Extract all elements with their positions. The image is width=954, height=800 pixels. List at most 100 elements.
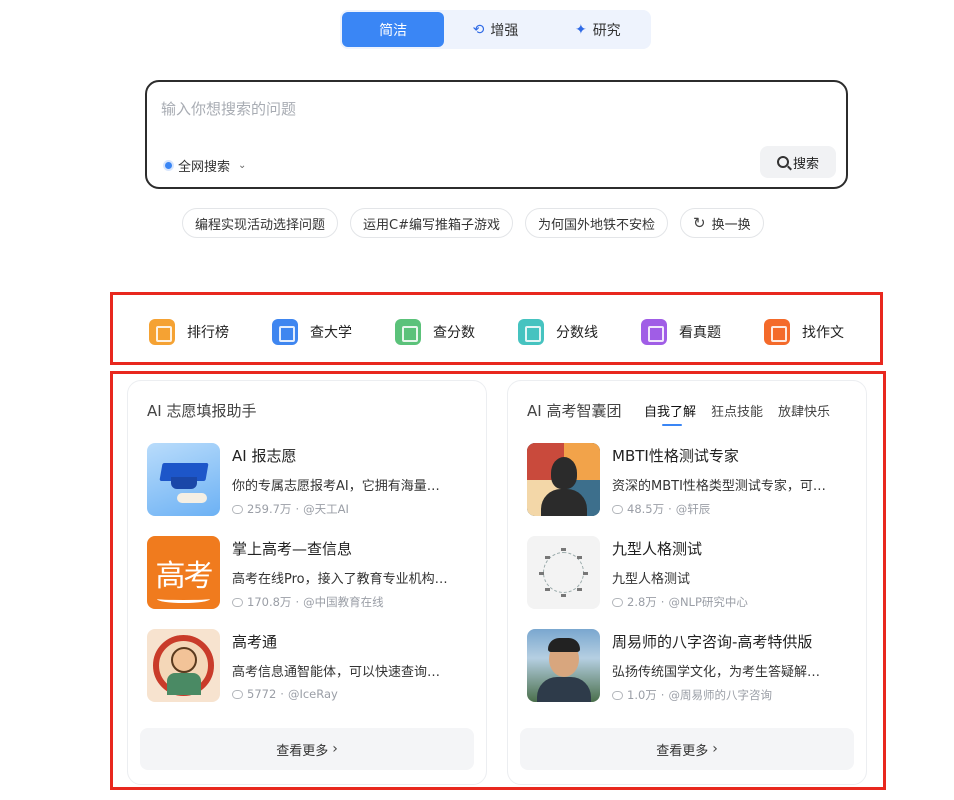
item-count: 48.5万 <box>627 502 665 516</box>
item-desc: 高考信息通智能体，可以快速查询… <box>232 665 441 680</box>
search-input[interactable] <box>161 100 761 118</box>
item-count: 5772 <box>247 687 277 701</box>
see-more-button[interactable]: 查看更多 › <box>140 728 474 770</box>
assistant-list: AI 报志愿 你的专属志愿报考AI，它拥有海量… 259.7万 · @天工AI … <box>147 443 472 722</box>
tool-label: 查分数 <box>433 325 475 341</box>
suggestion-label: 运用C#编写推箱子游戏 <box>363 217 500 233</box>
search-button[interactable]: 搜索 <box>760 146 836 178</box>
tool-university[interactable]: 查大学 <box>272 319 395 345</box>
calculator-icon <box>641 319 667 345</box>
list-item[interactable]: 高考 掌上高考—查信息 高考在线Pro，接入了教育专业机构… 170.8万 · … <box>147 536 472 629</box>
tab-enhanced[interactable]: ⟲ 增强 <box>444 12 546 47</box>
tool-essay[interactable]: 找作文 <box>764 319 887 345</box>
document-icon <box>764 319 790 345</box>
quick-tools: 排行榜 查大学 查分数 分数线 看真题 找作文 <box>149 319 887 345</box>
refresh-label: 换一换 <box>711 217 751 233</box>
item-desc: 弘扬传统国学文化，为考生答疑解… <box>612 665 821 680</box>
item-desc: 高考在线Pro，接入了教育专业机构… <box>232 572 448 587</box>
assistant-section: AI 志愿填报助手 AI 报志愿 你的专属志愿报考AI，它拥有海量… 259.7… <box>110 371 886 790</box>
meta-separator: · <box>295 502 300 516</box>
item-meta: 48.5万 · @轩辰 <box>612 501 852 517</box>
meta-separator: · <box>295 595 300 609</box>
enhance-icon: ⟲ <box>472 21 485 38</box>
ranking-icon <box>149 319 175 345</box>
tab-self-understanding[interactable]: 自我了解 <box>644 401 696 426</box>
search-icon <box>776 156 789 168</box>
suggestion-chip[interactable]: 编程实现活动选择问题 <box>182 208 339 238</box>
tool-label: 找作文 <box>802 325 844 341</box>
mbti-thumbnail <box>527 443 600 516</box>
tab-simple-label: 简洁 <box>379 22 408 39</box>
sparkle-icon: ✦ <box>574 21 587 38</box>
list-item[interactable]: 九型人格测试 九型人格测试 2.8万 · @NLP研究中心 <box>527 536 852 629</box>
item-name: AI 报志愿 <box>232 447 297 465</box>
chat-icon <box>612 504 623 514</box>
chevron-right-icon: › <box>332 741 338 757</box>
item-author: @NLP研究中心 <box>668 595 748 609</box>
panel-title: AI 高考智囊团 <box>527 402 622 420</box>
item-desc: 资深的MBTI性格类型测试专家，可… <box>612 479 826 494</box>
item-meta: 1.0万 · @周易师的八字咨询 <box>612 687 852 703</box>
chat-icon <box>232 504 243 514</box>
chat-icon <box>612 597 623 607</box>
list-item[interactable]: MBTI性格测试专家 资深的MBTI性格类型测试专家，可… 48.5万 · @轩… <box>527 443 852 536</box>
tool-label: 查大学 <box>310 325 352 341</box>
item-author: @天工AI <box>303 502 349 516</box>
tool-exams[interactable]: 看真题 <box>641 319 764 345</box>
suggestion-chip[interactable]: 运用C#编写推箱子游戏 <box>350 208 513 238</box>
enneagram-thumbnail <box>527 536 600 609</box>
list-item[interactable]: 高考通 高考信息通智能体，可以快速查询… 5772 · @IceRay <box>147 629 472 722</box>
tool-label: 分数线 <box>556 325 598 341</box>
mode-tabs: 简洁 ⟲ 增强 ✦ 研究 <box>340 10 651 49</box>
refresh-button[interactable]: ↻ 换一换 <box>680 208 764 238</box>
portrait-thumbnail <box>527 629 600 702</box>
tab-enhanced-label: 增强 <box>490 22 519 39</box>
search-button-label: 搜索 <box>792 156 819 172</box>
item-author: @中国教育在线 <box>303 595 384 609</box>
list-item[interactable]: AI 报志愿 你的专属志愿报考AI，它拥有海量… 259.7万 · @天工AI <box>147 443 472 536</box>
see-more-label: 查看更多 <box>276 743 329 759</box>
chat-icon <box>232 597 243 607</box>
gaokao-think-tank-panel: AI 高考智囊团 自我了解 狂点技能 放肆快乐 MBTI性格测试专家 资深的MB… <box>507 380 867 785</box>
item-name: 周易师的八字咨询-高考特供版 <box>612 633 813 651</box>
item-meta: 170.8万 · @中国教育在线 <box>232 594 472 610</box>
item-name: MBTI性格测试专家 <box>612 447 739 465</box>
tool-ranking[interactable]: 排行榜 <box>149 319 272 345</box>
search-scope-dropdown[interactable]: 全网搜索 ⌄ <box>165 156 246 175</box>
chat-icon <box>232 689 243 699</box>
tool-cutoff[interactable]: 分数线 <box>518 319 641 345</box>
cartoon-avatar-thumbnail <box>147 629 220 702</box>
chat-icon <box>612 690 623 700</box>
item-count: 1.0万 <box>627 688 657 702</box>
see-more-button[interactable]: 查看更多 › <box>520 728 854 770</box>
tab-simple[interactable]: 简洁 <box>342 12 445 47</box>
refresh-icon: ↻ <box>693 214 706 232</box>
meta-separator: · <box>660 595 665 609</box>
calendar-icon <box>395 319 421 345</box>
item-meta: 5772 · @IceRay <box>232 687 472 701</box>
tab-research[interactable]: ✦ 研究 <box>547 12 649 47</box>
tab-fun[interactable]: 放肆快乐 <box>778 401 830 420</box>
suggestion-chip[interactable]: 为何国外地铁不安检 <box>525 208 669 238</box>
item-desc: 你的专属志愿报考AI，它拥有海量… <box>232 479 440 494</box>
tab-research-label: 研究 <box>592 22 621 39</box>
tool-label: 看真题 <box>679 325 721 341</box>
meta-separator: · <box>660 688 665 702</box>
list-item[interactable]: 周易师的八字咨询-高考特供版 弘扬传统国学文化，为考生答疑解… 1.0万 · @… <box>527 629 852 722</box>
panel-title: AI 志愿填报助手 <box>147 402 257 420</box>
item-desc: 九型人格测试 <box>612 572 691 587</box>
tool-label: 排行榜 <box>187 325 229 341</box>
scope-label: 全网搜索 <box>178 160 231 175</box>
item-count: 2.8万 <box>627 595 657 609</box>
tab-skills[interactable]: 狂点技能 <box>711 401 763 420</box>
search-box: 全网搜索 ⌄ 搜索 <box>145 80 848 189</box>
assistant-list: MBTI性格测试专家 资深的MBTI性格类型测试专家，可… 48.5万 · @轩… <box>527 443 852 722</box>
tool-score[interactable]: 查分数 <box>395 319 518 345</box>
chevron-down-icon: ⌄ <box>238 160 247 171</box>
item-name: 掌上高考—查信息 <box>232 540 353 558</box>
item-count: 170.8万 <box>247 595 292 609</box>
item-author: @IceRay <box>287 687 338 701</box>
see-more-label: 查看更多 <box>656 743 709 759</box>
graduation-cap-thumbnail <box>147 443 220 516</box>
item-meta: 2.8万 · @NLP研究中心 <box>612 594 852 610</box>
